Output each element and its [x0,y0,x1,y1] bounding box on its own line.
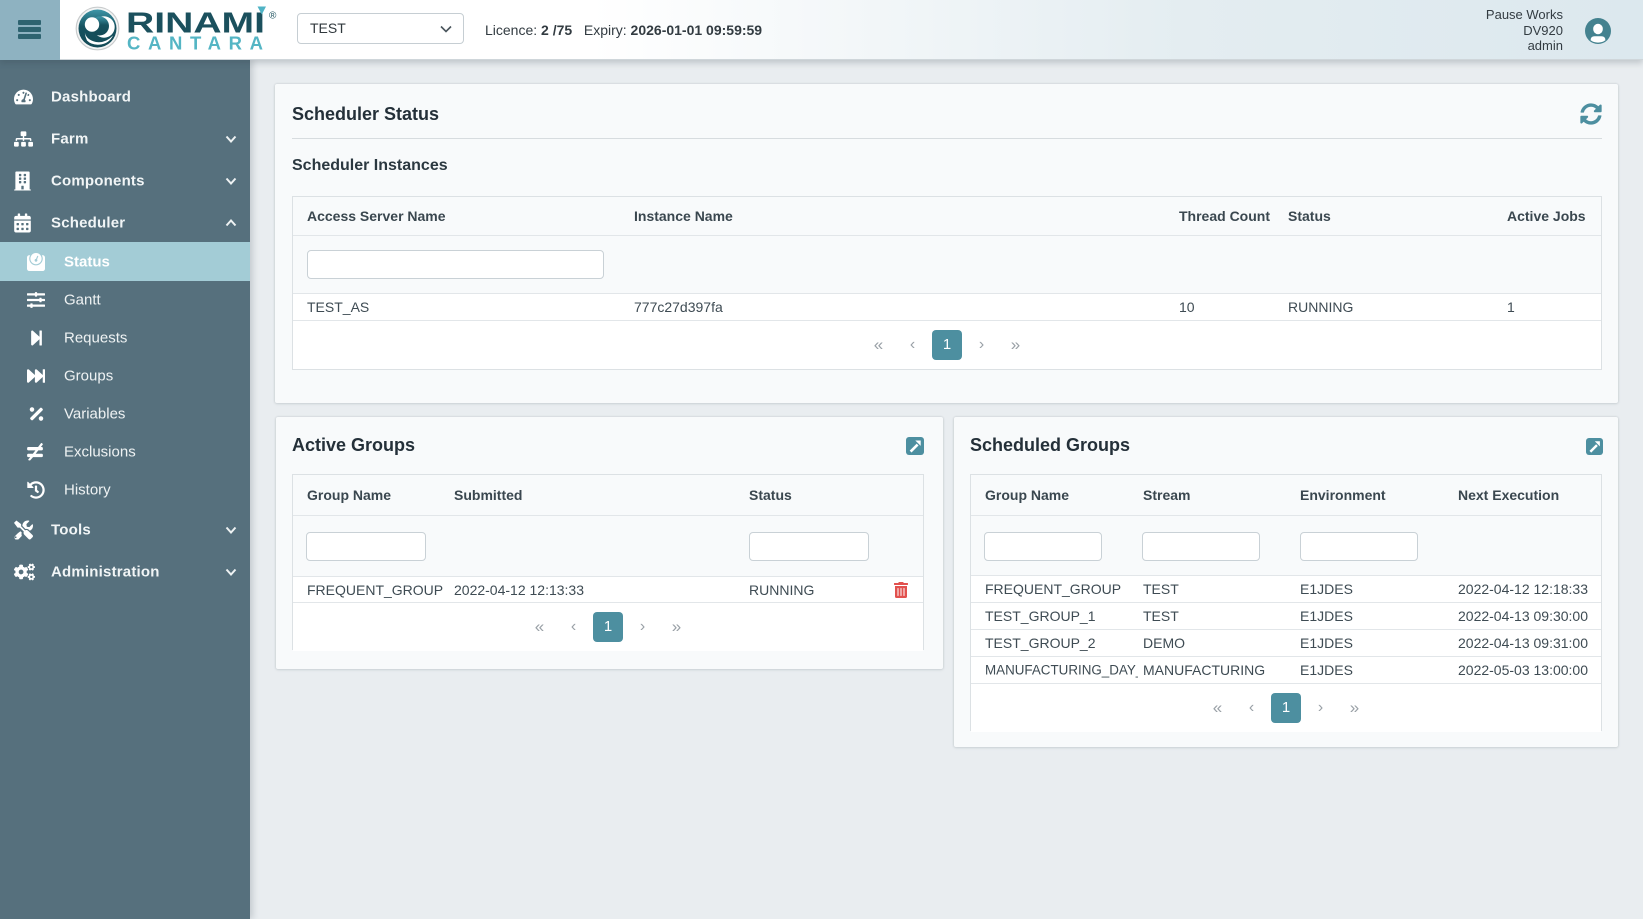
svg-text:®: ® [269,11,277,22]
